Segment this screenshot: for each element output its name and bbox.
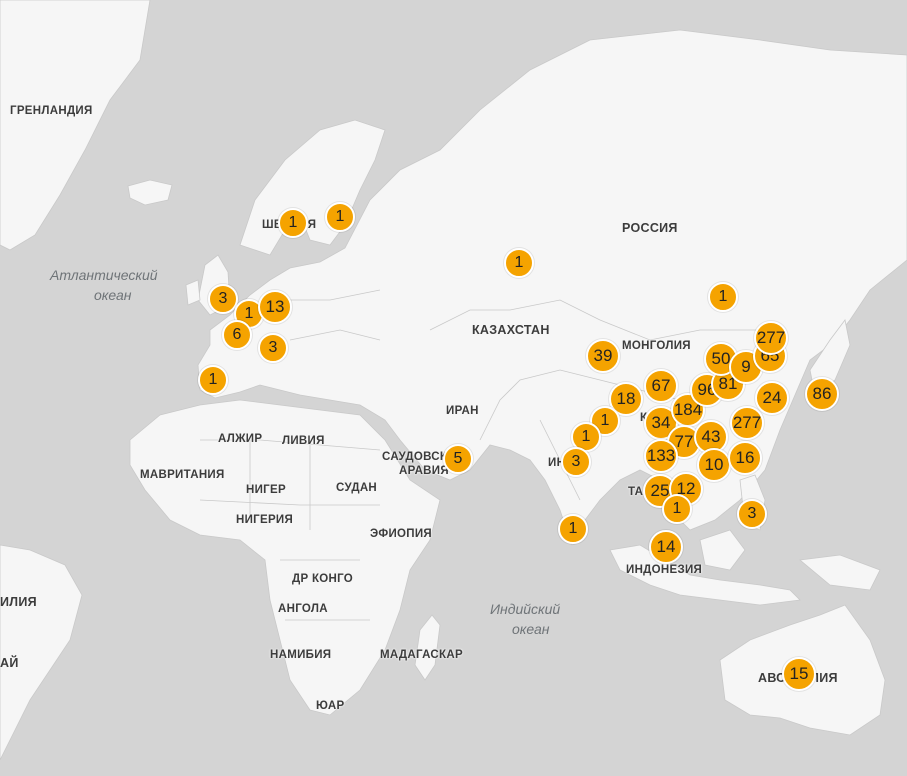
- label-indonesia: ИНДОНЕЗИЯ: [626, 564, 703, 576]
- cluster-marker[interactable]: 1: [708, 282, 738, 312]
- label-russia: РОССИЯ: [622, 221, 678, 235]
- southamerica-landmass: [0, 544, 83, 761]
- label-niger: НИГЕР: [246, 484, 286, 496]
- cluster-marker[interactable]: 3: [258, 333, 288, 363]
- label-chile: ИЛИЯ: [0, 595, 37, 609]
- cluster-marker[interactable]: 14: [649, 530, 683, 564]
- cluster-marker[interactable]: 10: [697, 448, 731, 482]
- cluster-marker[interactable]: 6: [222, 320, 252, 350]
- label-libya: ЛИВИЯ: [282, 435, 325, 447]
- cluster-marker[interactable]: 3: [561, 447, 591, 477]
- label-algeria: АЛЖИР: [218, 433, 263, 445]
- cluster-marker[interactable]: 5: [443, 444, 473, 474]
- cluster-marker[interactable]: 13: [258, 290, 292, 324]
- label-atlantic-ocean-1: Атлантический: [50, 267, 158, 283]
- label-mongolia: МОНГОЛИЯ: [622, 340, 691, 352]
- cluster-marker[interactable]: 1: [198, 365, 228, 395]
- ireland-landmass: [185, 279, 201, 306]
- cluster-marker[interactable]: 1: [325, 202, 355, 232]
- cluster-marker[interactable]: 277: [730, 406, 764, 440]
- label-ethiopia: ЭФИОПИЯ: [370, 528, 432, 540]
- cluster-marker[interactable]: 1: [558, 514, 588, 544]
- newguinea-landmass: [799, 554, 881, 591]
- cluster-marker[interactable]: 16: [728, 441, 762, 475]
- label-iran: ИРАН: [446, 405, 479, 417]
- cluster-marker[interactable]: 67: [644, 369, 678, 403]
- cluster-marker[interactable]: 3: [737, 499, 767, 529]
- madagascar-landmass: [414, 614, 441, 681]
- label-indian-ocean-1: Индийский: [490, 601, 561, 617]
- africa-landmass: [129, 399, 441, 716]
- label-mauritania: МАВРИТАНИЯ: [140, 469, 225, 481]
- cluster-marker[interactable]: 1: [504, 248, 534, 278]
- label-dr-congo: ДР КОНГО: [292, 573, 354, 585]
- iceland-landmass: [127, 179, 173, 206]
- label-indian-ocean-2: океан: [512, 621, 550, 637]
- label-namibia: НАМИБИЯ: [270, 649, 332, 661]
- cluster-marker[interactable]: 1: [278, 208, 308, 238]
- label-angola: АНГОЛА: [278, 603, 328, 615]
- label-greenland: ГРЕНЛАНДИЯ: [10, 105, 93, 117]
- label-uruguay: АЙ: [0, 656, 19, 670]
- cluster-marker[interactable]: 15: [782, 657, 816, 691]
- cluster-marker[interactable]: 39: [586, 339, 620, 373]
- label-kazakhstan: КАЗАХСТАН: [472, 323, 550, 337]
- cluster-marker[interactable]: 133: [644, 439, 678, 473]
- borneo-landmass: [699, 529, 746, 571]
- label-madagascar: МАДАГАСКАР: [380, 649, 463, 661]
- label-atlantic-ocean-2: океан: [94, 287, 132, 303]
- label-nigeria: НИГЕРИЯ: [236, 514, 294, 526]
- cluster-marker[interactable]: 86: [805, 377, 839, 411]
- cluster-marker[interactable]: 277: [754, 321, 788, 355]
- cluster-marker[interactable]: 1: [662, 494, 692, 524]
- label-south-africa: ЮАР: [316, 700, 345, 712]
- label-saudi-arabia-2: АРАВИЯ: [399, 465, 449, 477]
- cluster-marker[interactable]: 24: [755, 381, 789, 415]
- map-view[interactable]: ГРЕНЛАНДИЯ ШВЕЦИЯ РОССИЯ КАЗАХСТАН МОНГО…: [0, 0, 907, 776]
- greenland-landmass: [0, 0, 151, 251]
- label-sudan: СУДАН: [336, 482, 378, 494]
